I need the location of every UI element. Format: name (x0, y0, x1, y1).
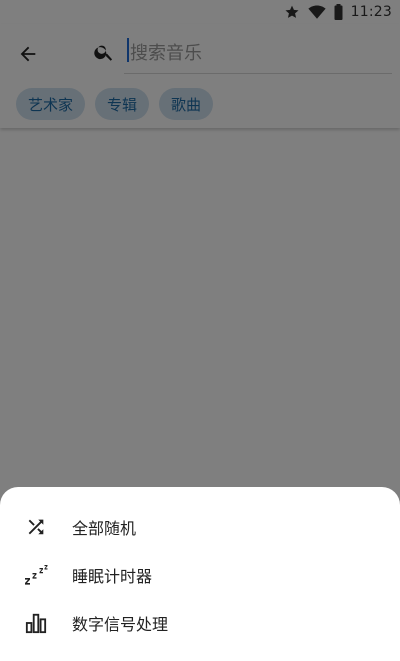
menu-item-dsp[interactable]: 数字信号处理 (0, 599, 400, 647)
screen: 11:23 艺术家 专辑 歌曲 (0, 0, 400, 661)
menu-item-label: 全部随机 (72, 519, 137, 538)
bottom-sheet-menu: 全部随机 睡眠计时器 数字信号处理 (0, 487, 400, 661)
menu-item-shuffle-all[interactable]: 全部随机 (0, 503, 400, 551)
menu-item-label: 睡眠计时器 (72, 567, 153, 586)
equalizer-icon (24, 611, 48, 635)
sleep-timer-icon (24, 563, 48, 587)
menu-item-sleep-timer[interactable]: 睡眠计时器 (0, 551, 400, 599)
shuffle-icon (24, 515, 48, 539)
menu-item-label: 数字信号处理 (72, 615, 169, 634)
